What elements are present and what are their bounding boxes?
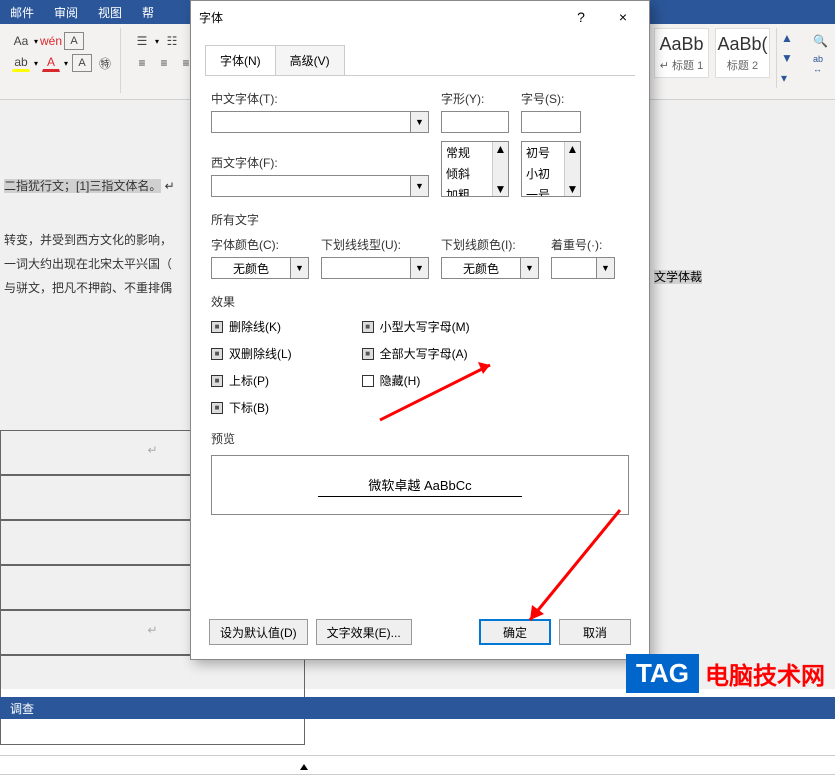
- western-font-input[interactable]: [211, 175, 411, 197]
- subscript-checkbox[interactable]: 下标(B): [211, 399, 292, 416]
- status-left: 调查: [10, 700, 34, 717]
- chevron-down-icon[interactable]: ▼: [781, 51, 801, 65]
- char-shading-icon[interactable]: A: [72, 54, 92, 72]
- style-scroller[interactable]: ▲ ▼ ▾: [776, 28, 801, 88]
- set-default-button[interactable]: 设为默认值(D): [209, 619, 308, 645]
- tab-stop-icon[interactable]: [300, 756, 308, 774]
- ok-button[interactable]: 确定: [479, 619, 551, 645]
- chinese-font-dropdown[interactable]: ▼: [411, 111, 429, 133]
- tab-advanced[interactable]: 高级(V): [275, 45, 345, 76]
- emphasis-dropdown[interactable]: ▼: [597, 257, 615, 279]
- expand-icon[interactable]: ▾: [781, 71, 801, 85]
- align-left-icon[interactable]: ≡: [133, 54, 151, 72]
- enclose-icon[interactable]: ㊕: [96, 54, 114, 72]
- doc-fragment: 文学体裁: [654, 270, 702, 284]
- chinese-font-input[interactable]: [211, 111, 411, 133]
- font-color-dropdown[interactable]: ▼: [291, 257, 309, 279]
- watermark-tag: TAG: [626, 654, 699, 693]
- tab-font[interactable]: 字体(N): [205, 45, 276, 75]
- effects-heading: 效果: [211, 293, 629, 310]
- font-style-list[interactable]: 常规 倾斜 加粗 ▲▼: [441, 141, 509, 197]
- text-effects-button[interactable]: 文字效果(E)...: [316, 619, 412, 645]
- emphasis-label: 着重号(·):: [551, 236, 615, 253]
- font-group: Aa ▾ wén A ab▾ A▾ A ㊕: [6, 28, 121, 93]
- tab-review[interactable]: 审阅: [54, 4, 78, 20]
- font-style-label: 字形(Y):: [441, 90, 509, 107]
- find-icon[interactable]: 🔍: [813, 34, 823, 48]
- chevron-up-icon[interactable]: ▲: [781, 31, 801, 45]
- help-button[interactable]: ?: [563, 3, 599, 31]
- smallcaps-checkbox[interactable]: 小型大写字母(M): [362, 318, 470, 335]
- phonetic-icon[interactable]: wén: [42, 32, 60, 50]
- hidden-checkbox[interactable]: 隐藏(H): [362, 372, 470, 389]
- char-border-icon[interactable]: A: [64, 32, 84, 50]
- replace-icon[interactable]: ab↔: [813, 54, 823, 74]
- highlight-icon[interactable]: ab: [12, 54, 30, 72]
- dialog-title: 字体: [199, 9, 223, 26]
- numbering-icon[interactable]: ☷: [163, 32, 181, 50]
- underline-color-select[interactable]: [441, 257, 521, 279]
- font-style-input[interactable]: [441, 111, 509, 133]
- font-color-select[interactable]: [211, 257, 291, 279]
- double-strike-checkbox[interactable]: 双删除线(L): [211, 345, 292, 362]
- bullets-icon[interactable]: ☰: [133, 32, 151, 50]
- preview-heading: 预览: [211, 430, 629, 447]
- align-center-icon[interactable]: ≡: [155, 54, 173, 72]
- watermark: TAG 电脑技术网: [626, 654, 825, 693]
- emphasis-select[interactable]: [551, 257, 597, 279]
- superscript-checkbox[interactable]: 上标(P): [211, 372, 292, 389]
- cancel-button[interactable]: 取消: [559, 619, 631, 645]
- dialog-titlebar[interactable]: 字体 ? ×: [191, 1, 649, 33]
- tab-mail[interactable]: 邮件: [10, 4, 34, 20]
- underline-style-dropdown[interactable]: ▼: [411, 257, 429, 279]
- font-dialog: 字体 ? × 字体(N) 高级(V) 中文字体(T): ▼ 字形(Y): 字号(…: [190, 0, 650, 660]
- tab-help[interactable]: 帮: [142, 4, 154, 20]
- style-heading1[interactable]: AaBb ↵ 标题 1: [654, 28, 709, 78]
- font-size-label: 字号(S):: [521, 90, 581, 107]
- document-body[interactable]: 二指犹行文；[1]三指文体名。 ↵ 转变，并受到西方文化的影响， 一词大约出现在…: [0, 170, 190, 304]
- strike-checkbox[interactable]: 删除线(K): [211, 318, 292, 335]
- all-text-heading: 所有文字: [211, 211, 629, 228]
- font-color-label: 字体颜色(C):: [211, 236, 309, 253]
- underline-style-select[interactable]: [321, 257, 411, 279]
- western-font-label: 西文字体(F):: [211, 154, 429, 171]
- underline-color-label: 下划线颜色(I):: [441, 236, 539, 253]
- font-color-icon[interactable]: A: [42, 54, 60, 72]
- preview-box: 微软卓越 AaBbCc: [211, 455, 629, 515]
- western-font-dropdown[interactable]: ▼: [411, 175, 429, 197]
- underline-style-label: 下划线线型(U):: [321, 236, 429, 253]
- ruler[interactable]: [0, 755, 835, 775]
- status-bar: 调查: [0, 697, 835, 719]
- font-size-input[interactable]: [521, 111, 581, 133]
- watermark-text: 电脑技术网: [705, 656, 825, 691]
- chinese-font-label: 中文字体(T):: [211, 90, 429, 107]
- close-button[interactable]: ×: [605, 3, 641, 31]
- style-heading2[interactable]: AaBb( 标题 2: [715, 28, 770, 78]
- tab-view[interactable]: 视图: [98, 4, 122, 20]
- font-size-list[interactable]: 初号 小初 一号 ▲▼: [521, 141, 581, 197]
- allcaps-checkbox[interactable]: 全部大写字母(A): [362, 345, 470, 362]
- change-case-icon[interactable]: Aa: [12, 32, 30, 50]
- underline-color-dropdown[interactable]: ▼: [521, 257, 539, 279]
